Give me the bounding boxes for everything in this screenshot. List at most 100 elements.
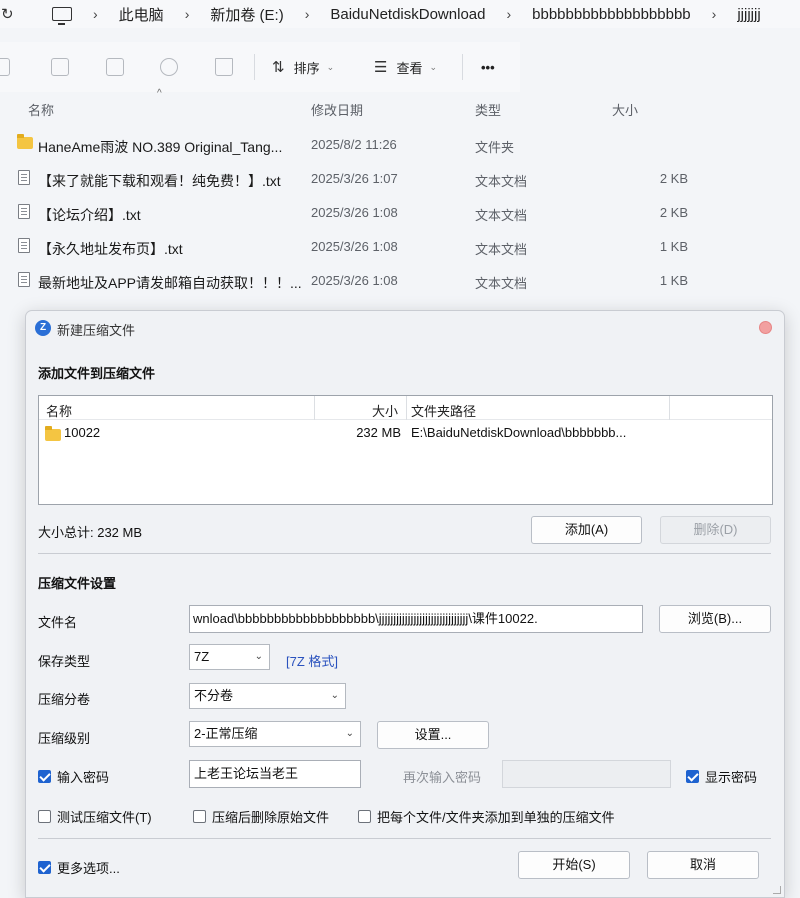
dialog-title: 新建压缩文件 [57, 323, 136, 338]
column-header-name[interactable]: 名称 [28, 100, 54, 119]
archive-file-list[interactable]: 名称 大小 文件夹路径 10022 232 MB E:\BaiduNetdisk… [38, 395, 773, 505]
password-checkbox[interactable]: 输入密码 [38, 767, 109, 786]
column-divider[interactable] [314, 396, 315, 420]
share-icon[interactable] [160, 58, 178, 76]
item-size: 232 MB [356, 425, 401, 440]
file-row[interactable]: 【论坛介绍】.txt 2025/3/26 1:08 文本文档 2 KB [0, 198, 800, 228]
item-name: 10022 [64, 425, 101, 440]
file-name: 【永久地址发布页】.txt [38, 241, 183, 257]
save-type-select[interactable]: 7Z ⌄ [189, 644, 270, 670]
chevron-down-icon: ⌄ [254, 651, 263, 662]
add-files-section-title: 添加文件到压缩文件 [38, 366, 156, 381]
more-options-checkbox[interactable]: 更多选项... [38, 858, 120, 877]
split-select[interactable]: 不分卷 ⌄ [189, 683, 346, 709]
more-options-label: 更多选项... [57, 861, 120, 876]
column-divider[interactable] [406, 396, 407, 420]
compression-level-label: 压缩级别 [38, 731, 91, 746]
paste-icon[interactable] [51, 58, 69, 76]
column-header-date[interactable]: 修改日期 [311, 100, 363, 119]
test-archive-checkbox[interactable]: 测试压缩文件(T) [38, 807, 152, 826]
show-password-label: 显示密码 [705, 770, 758, 785]
new-archive-dialog: Z 新建压缩文件 添加文件到压缩文件 名称 大小 文件夹路径 10022 232… [25, 310, 785, 898]
add-button[interactable]: 添加(A) [531, 516, 642, 544]
chevron-down-icon: ⌄ [326, 61, 335, 72]
checkbox-box [38, 861, 51, 874]
rename-icon[interactable] [106, 58, 124, 76]
chevron-right-icon[interactable]: › [305, 6, 310, 22]
split-label: 压缩分卷 [38, 692, 91, 707]
view-button[interactable]: ☰ 查看 ⌄ [374, 55, 437, 79]
file-name: HaneAme雨波 NO.389 Original_Tang... [38, 139, 283, 155]
filename-label: 文件名 [38, 615, 78, 630]
file-date: 2025/3/26 1:08 [311, 239, 398, 254]
breadcrumb-download[interactable]: BaiduNetdiskDownload [330, 6, 485, 23]
divider [38, 553, 771, 554]
file-row[interactable]: HaneAme雨波 NO.389 Original_Tang... 2025/8… [0, 130, 800, 160]
chevron-right-icon[interactable]: › [93, 6, 98, 22]
resize-grip-icon[interactable] [773, 886, 781, 894]
file-size: 1 KB [659, 239, 688, 254]
file-row[interactable]: 【来了就能下载和观看！纯免费！】.txt 2025/3/26 1:07 文本文档… [0, 164, 800, 194]
breadcrumb-bbb[interactable]: bbbbbbbbbbbbbbbbbbb [532, 6, 691, 23]
list-column-name[interactable]: 名称 [46, 401, 72, 420]
archive-settings-section-title: 压缩文件设置 [38, 576, 117, 591]
delete-icon[interactable] [215, 58, 233, 76]
more-button[interactable]: ••• [481, 55, 495, 79]
password-input[interactable]: 上老王论坛当老王 [189, 760, 361, 788]
show-password-checkbox[interactable]: 显示密码 [686, 767, 757, 786]
checkbox-box [358, 810, 371, 823]
breadcrumb-this-pc[interactable]: 此电脑 [119, 4, 164, 25]
sort-label: 排序 [293, 60, 320, 76]
sort-button[interactable]: ⇅ 排序 ⌄ [272, 55, 334, 79]
checkbox-box [193, 810, 206, 823]
view-list-icon: ☰ [374, 59, 388, 76]
file-type: 文件夹 [475, 140, 515, 155]
column-header-type[interactable]: 类型 [475, 100, 501, 119]
view-label: 查看 [396, 60, 423, 76]
cancel-button[interactable]: 取消 [647, 851, 759, 879]
start-button[interactable]: 开始(S) [518, 851, 630, 879]
chevron-down-icon: ⌄ [330, 690, 339, 701]
refresh-icon[interactable]: ↻ [0, 5, 22, 23]
address-bar[interactable]: ↻ › 此电脑 › 新加卷 (E:) › BaiduNetdiskDownloa… [0, 0, 800, 28]
item-path: E:\BaiduNetdiskDownload\bbbbbbb... [411, 425, 627, 440]
toolbar-divider [254, 54, 255, 80]
delete-after-checkbox[interactable]: 压缩后删除原始文件 [193, 807, 329, 826]
breadcrumb-drive[interactable]: 新加卷 (E:) [210, 4, 283, 25]
breadcrumb-jjj[interactable]: jjjjjjj [737, 6, 760, 23]
delete-button[interactable]: 删除(D) [660, 516, 771, 544]
dialog-title-bar[interactable]: Z 新建压缩文件 [26, 311, 784, 345]
compression-level-select[interactable]: 2-正常压缩 ⌄ [189, 721, 361, 747]
format-link[interactable]: [7Z 格式] [286, 651, 338, 670]
list-column-path[interactable]: 文件夹路径 [411, 401, 476, 420]
file-row[interactable]: 最新地址及APP请发邮箱自动获取！！！... 2025/3/26 1:08 文本… [0, 266, 800, 296]
compression-level-value: 2-正常压缩 [194, 726, 258, 741]
chevron-right-icon[interactable]: › [506, 6, 511, 22]
reenter-password-label: 再次输入密码 [403, 770, 482, 785]
password-checkbox-label: 输入密码 [57, 770, 110, 785]
filename-input[interactable]: wnload\bbbbbbbbbbbbbbbbbbb\jjjjjjjjjjjjj… [189, 605, 643, 633]
file-name: 【来了就能下载和观看！纯免费！】.txt [38, 173, 281, 189]
column-divider[interactable] [669, 396, 670, 420]
close-icon[interactable] [759, 321, 772, 334]
file-type: 文本文档 [475, 174, 528, 189]
this-pc-icon [52, 7, 72, 25]
reenter-password-input[interactable] [502, 760, 671, 788]
file-size: 2 KB [659, 171, 688, 186]
chevron-right-icon[interactable]: › [185, 6, 190, 22]
file-date: 2025/3/26 1:08 [311, 205, 398, 220]
separate-archives-label: 把每个文件/文件夹添加到单独的压缩文件 [377, 810, 615, 825]
list-column-size[interactable]: 大小 [372, 401, 398, 420]
file-date: 2025/3/26 1:08 [311, 273, 398, 288]
separate-archives-checkbox[interactable]: 把每个文件/文件夹添加到单独的压缩文件 [358, 807, 615, 826]
column-header-size[interactable]: 大小 [612, 100, 638, 119]
chevron-right-icon[interactable]: › [712, 6, 717, 22]
sort-icon: ⇅ [272, 59, 285, 76]
sort-ascending-icon: ^ [157, 88, 162, 99]
file-row[interactable]: 【永久地址发布页】.txt 2025/3/26 1:08 文本文档 1 KB [0, 232, 800, 262]
split-value: 不分卷 [194, 688, 234, 703]
settings-button[interactable]: 设置... [377, 721, 489, 749]
copy-icon[interactable] [0, 58, 10, 76]
file-size: 2 KB [659, 205, 688, 220]
browse-button[interactable]: 浏览(B)... [659, 605, 771, 633]
